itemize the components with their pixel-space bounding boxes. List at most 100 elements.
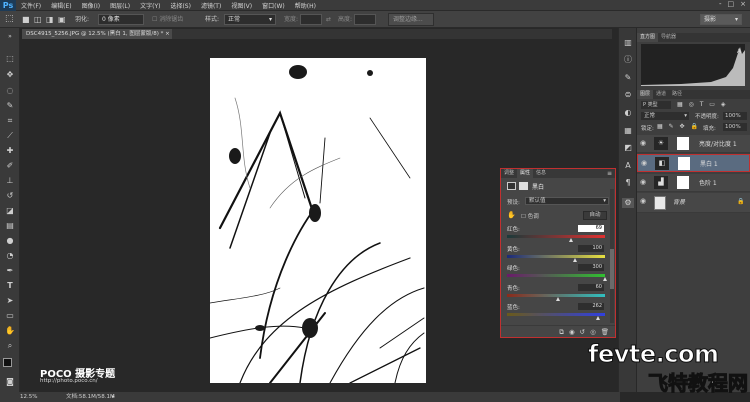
tab-properties[interactable]: 属性 bbox=[517, 169, 534, 178]
menu-window[interactable]: 窗口(W) bbox=[257, 1, 290, 10]
menu-view[interactable]: 视图(V) bbox=[226, 1, 257, 10]
slider-knob[interactable] bbox=[602, 277, 607, 281]
character-icon[interactable]: A bbox=[622, 161, 634, 171]
close-button[interactable]: × bbox=[740, 0, 746, 8]
mask-icon[interactable] bbox=[519, 182, 528, 190]
stamp-icon[interactable]: ⊥ bbox=[4, 176, 16, 186]
slider-knob[interactable] bbox=[595, 316, 600, 320]
brush-preset-icon[interactable]: ✎ bbox=[622, 73, 634, 83]
layer-mask-thumb[interactable] bbox=[677, 176, 689, 189]
move-icon[interactable]: ✥ bbox=[4, 70, 16, 80]
swap-icon[interactable]: ⇄ bbox=[326, 14, 331, 25]
swatches-icon[interactable]: ▦ bbox=[622, 126, 634, 136]
menu-image[interactable]: 图像(I) bbox=[77, 1, 105, 10]
antialias-checkbox[interactable]: ☐ 消除锯齿 bbox=[152, 14, 183, 25]
height-input[interactable] bbox=[354, 14, 376, 25]
slider-knob[interactable] bbox=[556, 296, 561, 301]
layer-row-selected[interactable]: ◉ ◧ 黑白 1 bbox=[637, 154, 750, 172]
workspace-select[interactable]: 摄影 ▾ bbox=[700, 14, 742, 25]
quick-mask-icon[interactable]: ◙ bbox=[4, 377, 16, 387]
pen-icon[interactable]: ✒ bbox=[4, 266, 16, 276]
blur-icon[interactable]: ● bbox=[4, 236, 16, 246]
layer-row[interactable]: ◉ ☀ 亮度/对比度 1 bbox=[637, 135, 750, 153]
dodge-icon[interactable]: ◔ bbox=[4, 251, 16, 261]
slider-track[interactable] bbox=[507, 313, 605, 316]
eye-icon[interactable]: ◉ bbox=[641, 159, 647, 167]
tab-histogram[interactable]: 直方图 bbox=[637, 33, 659, 42]
targeted-adjust-icon[interactable]: ✋ bbox=[507, 211, 516, 219]
tint-checkbox[interactable]: ☐ 色调 bbox=[521, 212, 539, 220]
add-selection-icon[interactable]: ◫ bbox=[34, 14, 42, 25]
slider-value-input[interactable]: 300 bbox=[578, 264, 604, 271]
slider-value-input[interactable]: 262 bbox=[578, 303, 604, 310]
crop-icon[interactable]: ⌗ bbox=[4, 116, 16, 126]
menu-help[interactable]: 帮助(H) bbox=[290, 1, 321, 10]
quick-select-icon[interactable]: ✎ bbox=[4, 101, 16, 111]
close-icon[interactable]: × bbox=[165, 31, 170, 37]
properties-panel-icon[interactable]: ⚙ bbox=[622, 198, 634, 208]
slider-track[interactable] bbox=[507, 235, 605, 238]
minimize-button[interactable]: - bbox=[719, 0, 722, 8]
brush-icon[interactable]: ✐ bbox=[4, 161, 16, 171]
eye-icon[interactable]: ◉ bbox=[640, 178, 646, 186]
eye-icon[interactable]: ◉ bbox=[640, 197, 646, 205]
info-icon[interactable]: ⓘ bbox=[622, 55, 634, 65]
layer-row[interactable]: ◉ 背景 🔒 bbox=[637, 193, 750, 213]
opacity-input[interactable]: 100% bbox=[723, 112, 747, 120]
menu-select[interactable]: 选择(S) bbox=[165, 1, 196, 10]
slider-value-input[interactable]: 100 bbox=[578, 244, 604, 252]
document-image[interactable] bbox=[210, 58, 426, 383]
menu-type[interactable]: 文字(Y) bbox=[135, 1, 165, 10]
color-icon[interactable]: ◐ bbox=[622, 108, 634, 118]
histogram-icon[interactable]: ▥ bbox=[622, 38, 634, 48]
zoom-level[interactable]: 12.5% bbox=[20, 392, 37, 402]
tab-channels[interactable]: 通道 bbox=[653, 90, 669, 99]
clip-to-layer-icon[interactable]: ⧉ bbox=[559, 326, 564, 337]
zoom-icon[interactable]: ⌕ bbox=[4, 341, 16, 351]
layer-filter-select[interactable]: P 类型 bbox=[641, 101, 671, 109]
clone-source-icon[interactable]: ⊜ bbox=[622, 90, 634, 100]
layer-mask-thumb[interactable] bbox=[677, 137, 689, 150]
width-input[interactable] bbox=[300, 14, 322, 25]
panel-menu-icon[interactable]: ≡ bbox=[607, 169, 615, 178]
type-icon[interactable]: T bbox=[4, 281, 16, 291]
view-previous-icon[interactable]: ◉ bbox=[569, 326, 575, 337]
maximize-button[interactable]: □ bbox=[728, 0, 735, 8]
menu-layer[interactable]: 图层(L) bbox=[105, 1, 135, 10]
tab-info[interactable]: 信息 bbox=[533, 169, 549, 178]
tab-navigator[interactable]: 导航器 bbox=[658, 33, 679, 42]
slider-knob[interactable] bbox=[569, 238, 574, 242]
status-menu-icon[interactable]: ▸ bbox=[112, 392, 115, 402]
layer-row[interactable]: ◉ ▟ 色阶 1 bbox=[637, 174, 750, 192]
tab-adjustments[interactable]: 调整 bbox=[501, 169, 517, 178]
hand-icon[interactable]: ✋ bbox=[4, 326, 16, 336]
marquee-tool-icon[interactable]: ⬚ bbox=[5, 14, 14, 25]
subtract-selection-icon[interactable]: ◨ bbox=[46, 14, 54, 25]
blend-mode-select[interactable]: 正常 ▾ bbox=[641, 112, 689, 120]
eraser-icon[interactable]: ◪ bbox=[4, 206, 16, 216]
new-selection-icon[interactable]: ■ bbox=[22, 14, 30, 25]
intersect-selection-icon[interactable]: ▣ bbox=[58, 14, 66, 25]
refine-edge-button[interactable]: 调整边缘... bbox=[388, 13, 434, 26]
eyedropper-icon[interactable]: ⟋ bbox=[4, 131, 16, 141]
lasso-icon[interactable]: ◌ bbox=[4, 86, 16, 96]
fill-input[interactable]: 100% bbox=[723, 123, 747, 131]
slider-knob[interactable] bbox=[573, 257, 578, 262]
reset-icon[interactable]: ↺ bbox=[580, 326, 585, 337]
lock-icons[interactable]: ▦ ✎ ✥ 🔒 bbox=[657, 123, 700, 130]
healing-icon[interactable]: ✚ bbox=[4, 146, 16, 156]
foreground-color-swatch[interactable] bbox=[3, 358, 12, 367]
menu-edit[interactable]: 编辑(E) bbox=[46, 1, 76, 10]
slider-track[interactable] bbox=[507, 274, 605, 277]
menu-file[interactable]: 文件(F) bbox=[16, 1, 46, 10]
history-brush-icon[interactable]: ↺ bbox=[4, 191, 16, 201]
styles-icon[interactable]: ◩ bbox=[622, 143, 634, 153]
tab-layers[interactable]: 图层 bbox=[637, 90, 654, 99]
feather-input[interactable]: 0 像素 bbox=[98, 14, 144, 25]
layer-filter-icons[interactable]: ▦ ◎ T ▭ ◈ bbox=[677, 101, 727, 108]
tab-paths[interactable]: 路径 bbox=[669, 90, 685, 99]
auto-button[interactable]: 自动 bbox=[583, 211, 607, 220]
slider-track[interactable] bbox=[507, 254, 605, 258]
delete-icon[interactable]: 🗑 bbox=[601, 326, 609, 337]
shape-icon[interactable]: ▭ bbox=[4, 311, 16, 321]
